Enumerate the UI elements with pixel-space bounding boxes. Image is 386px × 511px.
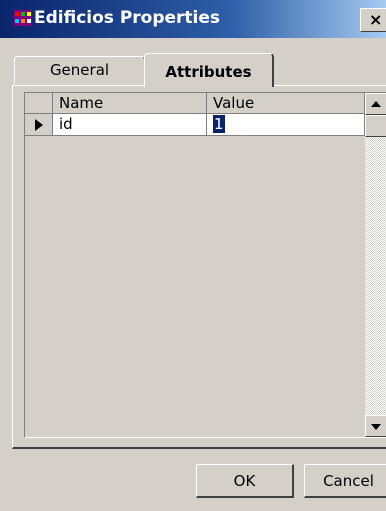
close-icon: × <box>369 10 383 29</box>
ok-button[interactable]: OK <box>196 464 294 498</box>
grid-corner-header <box>25 93 53 114</box>
close-button[interactable]: × <box>360 8 386 32</box>
window-title: Edificios Properties <box>34 8 221 28</box>
title-bar: Edificios Properties × <box>0 0 386 38</box>
cancel-button[interactable]: Cancel <box>304 464 386 498</box>
column-header-name[interactable]: Name <box>53 93 207 114</box>
row-pointer-icon <box>35 119 43 131</box>
app-icon <box>14 10 32 26</box>
scroll-down-arrow-icon <box>371 424 381 430</box>
tab-attributes-label: Attributes <box>165 63 252 81</box>
scroll-up-button[interactable] <box>365 93 386 115</box>
cell-value[interactable]: 1 <box>207 114 365 136</box>
scroll-down-button[interactable] <box>365 415 386 437</box>
scroll-thumb[interactable] <box>365 115 386 137</box>
scroll-up-arrow-icon <box>371 101 381 107</box>
vertical-scrollbar[interactable] <box>365 93 386 437</box>
tab-general-label: General <box>49 61 110 79</box>
column-header-value[interactable]: Value <box>207 93 365 114</box>
cell-value-text[interactable]: 1 <box>213 115 225 133</box>
cell-name[interactable]: id <box>53 114 207 136</box>
row-selector[interactable] <box>25 114 53 136</box>
tab-general[interactable]: General <box>14 56 146 84</box>
tab-attributes[interactable]: Attributes <box>144 53 274 87</box>
attributes-grid: Name Value id 1 <box>24 92 386 438</box>
